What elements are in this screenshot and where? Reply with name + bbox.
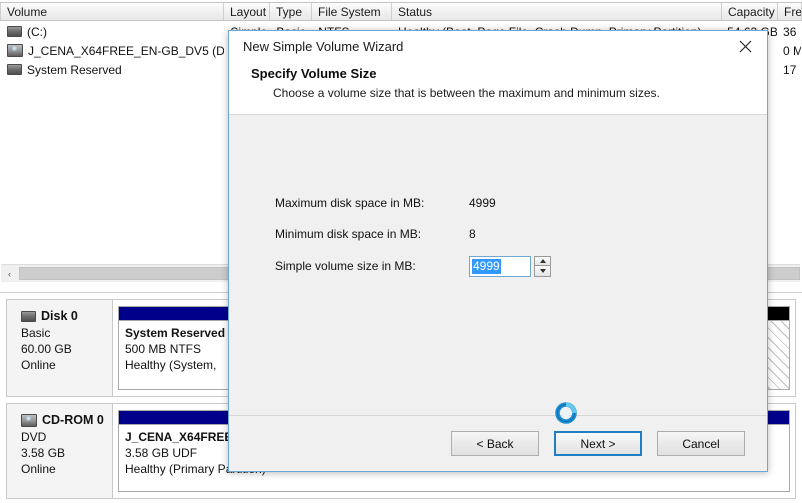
dialog-footer: < Back Next > Cancel	[229, 415, 767, 471]
cell-volume: (C:)	[1, 25, 224, 39]
column-header-label: Volume	[7, 5, 47, 19]
disk-title: Disk 0	[21, 308, 112, 324]
disk-size: 60.00 GB	[21, 341, 112, 357]
minimum-disk-space-value: 8	[469, 227, 476, 241]
volume-name: (C:)	[27, 25, 47, 39]
close-icon[interactable]	[723, 32, 767, 61]
dialog-title: New Simple Volume Wizard	[243, 39, 403, 54]
volume-list-header: Volume Layout Type File System Status Ca…	[0, 2, 802, 21]
disk-title: CD-ROM 0	[21, 412, 112, 428]
dialog-header: Specify Volume Size Choose a volume size…	[229, 61, 767, 115]
column-header-volume[interactable]: Volume	[0, 3, 224, 20]
dialog-body: Maximum disk space in MB: 4999 Minimum d…	[229, 115, 767, 415]
column-header-capacity[interactable]: Capacity	[722, 3, 778, 20]
spinner-decrement-button[interactable]	[534, 266, 551, 277]
column-header-layout[interactable]: Layout	[224, 3, 270, 20]
column-header-label: Status	[398, 5, 432, 19]
disk-icon	[21, 311, 36, 322]
volume-name: J_CENA_X64FREE_EN-GB_DV5 (D:)	[28, 44, 224, 58]
field-row-simple-volume-size: Simple volume size in MB: 4999	[229, 249, 767, 283]
disk-name: Disk 0	[41, 308, 78, 324]
disk-state: Online	[21, 461, 112, 477]
disk-type: DVD	[21, 429, 112, 445]
page-subtitle: Choose a volume size that is between the…	[273, 86, 747, 100]
simple-volume-size-label: Simple volume size in MB:	[275, 259, 469, 273]
maximum-disk-space-value: 4999	[469, 196, 496, 210]
dialog-titlebar[interactable]: New Simple Volume Wizard	[229, 31, 767, 61]
chevron-up-icon	[540, 259, 546, 263]
column-header-type[interactable]: Type	[270, 3, 312, 20]
disk-size: 3.58 GB	[21, 445, 112, 461]
spinner-buttons[interactable]	[534, 256, 551, 277]
disk-info-disk-0: Disk 0 Basic 60.00 GB Online	[7, 300, 113, 396]
disk-name: CD-ROM 0	[42, 412, 104, 428]
column-header-label: Fre	[784, 5, 802, 19]
cell-free: 17	[777, 63, 801, 77]
cell-volume: System Reserved	[1, 63, 224, 77]
field-row-maximum: Maximum disk space in MB: 4999	[229, 187, 767, 218]
column-header-status[interactable]: Status	[392, 3, 722, 20]
cell-free: 36	[777, 25, 801, 39]
drive-icon	[7, 64, 22, 75]
column-header-free[interactable]: Fre	[778, 3, 802, 20]
column-header-label: Type	[276, 5, 302, 19]
field-row-minimum: Minimum disk space in MB: 8	[229, 218, 767, 249]
disk-type: Basic	[21, 325, 112, 341]
page-title: Specify Volume Size	[251, 66, 747, 81]
column-header-label: Layout	[230, 5, 266, 19]
simple-volume-size-input[interactable]: 4999	[469, 256, 531, 277]
spinner-increment-button[interactable]	[534, 256, 551, 267]
minimum-disk-space-label: Minimum disk space in MB:	[275, 227, 469, 241]
drive-icon	[7, 26, 22, 37]
chevron-down-icon	[540, 269, 546, 273]
simple-volume-size-value: 4999	[472, 259, 501, 274]
column-header-label: Capacity	[728, 5, 775, 19]
chevron-left-icon[interactable]: ‹	[1, 265, 18, 282]
disk-management-window: Volume Layout Type File System Status Ca…	[0, 0, 802, 503]
volume-name: System Reserved	[27, 63, 122, 77]
disk-state: Online	[21, 357, 112, 373]
cell-volume: J_CENA_X64FREE_EN-GB_DV5 (D:)	[1, 44, 224, 58]
back-button[interactable]: < Back	[451, 431, 539, 456]
quantity-stepper[interactable]: 4999	[469, 256, 551, 277]
cancel-button[interactable]: Cancel	[657, 431, 745, 456]
maximum-disk-space-label: Maximum disk space in MB:	[275, 196, 469, 210]
column-header-file-system[interactable]: File System	[312, 3, 392, 20]
cd-icon	[7, 44, 23, 57]
column-header-label: File System	[318, 5, 381, 19]
disk-info-cdrom-0: CD-ROM 0 DVD 3.58 GB Online	[7, 404, 113, 498]
cell-free: 0 M	[777, 44, 801, 58]
next-button[interactable]: Next >	[554, 431, 642, 456]
cdrom-icon	[21, 414, 37, 427]
new-simple-volume-wizard-dialog: New Simple Volume Wizard Specify Volume …	[228, 30, 768, 472]
